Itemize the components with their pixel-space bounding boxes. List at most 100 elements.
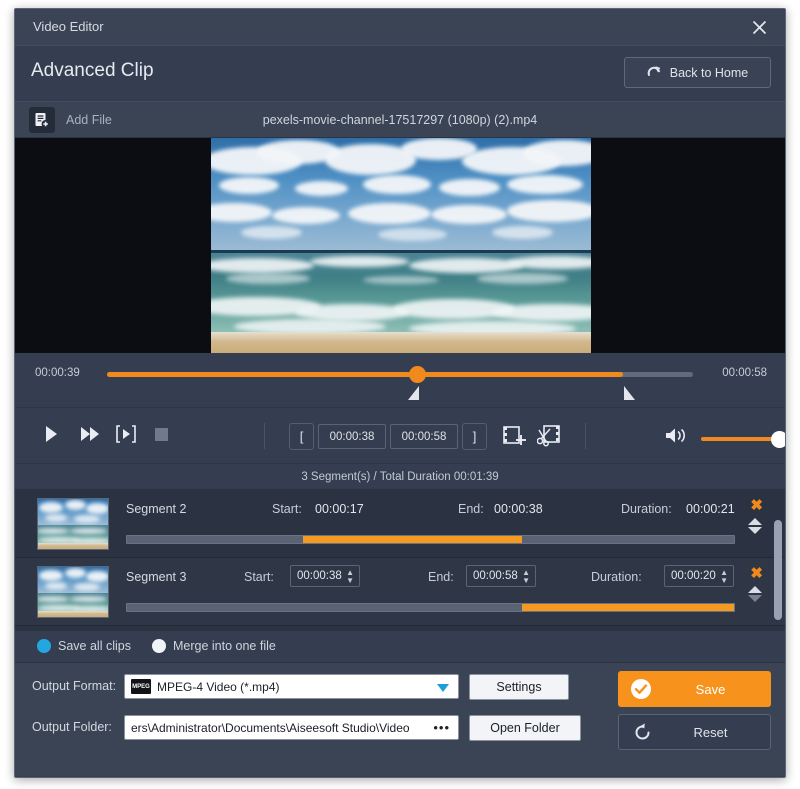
save-button[interactable]: Save	[618, 671, 771, 707]
segment-range-fill	[303, 536, 522, 543]
split-scissors-icon[interactable]	[536, 424, 560, 452]
segment-range-bar[interactable]	[126, 535, 735, 544]
output-format-label: Output Format:	[32, 679, 117, 693]
settings-button[interactable]: Settings	[469, 674, 569, 700]
frame-step-icon[interactable]	[116, 425, 136, 448]
back-to-home-button[interactable]: Back to Home	[624, 57, 771, 88]
cloud	[218, 176, 280, 194]
check-circle-icon	[618, 678, 664, 700]
back-to-home-label: Back to Home	[669, 65, 749, 80]
segment-duration-value[interactable]: 00:00:21	[686, 502, 735, 516]
segment-duration-value: 00:00:20	[671, 570, 716, 582]
clip-end-field[interactable]: 00:00:58	[390, 424, 458, 449]
segment-end-value[interactable]: 00:00:38	[494, 502, 543, 516]
divider	[585, 423, 586, 449]
chevron-down-icon[interactable]	[437, 684, 449, 692]
wave-foam	[309, 256, 409, 267]
volume-knob[interactable]	[771, 431, 785, 448]
page-title: Advanced Clip	[31, 60, 154, 81]
segment-name: Segment 2	[126, 502, 187, 516]
stepper-arrows-icon[interactable]: ▲ ▼	[522, 569, 530, 585]
timeline-bar: 00:00:39 00:00:58	[15, 353, 785, 408]
video-editor-window: Video Editor Advanced Clip Back to Home	[14, 8, 786, 778]
segment-duration-input[interactable]: 00:00:20 ▲ ▼	[664, 565, 734, 587]
table-row[interactable]: Segment 2 Start: 00:00:17 End: 00:00:38 …	[15, 490, 785, 558]
radio-merge-into-one-file[interactable]: Merge into one file	[152, 639, 276, 653]
segment-end-value: 00:00:58	[473, 570, 518, 582]
cloud	[363, 174, 432, 194]
segment-end-label: End:	[458, 502, 484, 516]
segments-scrollbar[interactable]	[774, 520, 782, 620]
sub-header: Advanced Clip Back to Home	[15, 46, 785, 102]
close-icon[interactable]	[745, 14, 773, 40]
segment-end-label: End:	[428, 570, 454, 584]
radio-dot-unselected	[152, 639, 166, 653]
timeline-playhead[interactable]	[409, 366, 427, 383]
segment-start-value[interactable]: 00:00:17	[315, 502, 364, 516]
output-folder-input[interactable]: ers\Administrator\Documents\Aiseesoft St…	[124, 715, 459, 740]
divider	[264, 423, 265, 449]
delete-x-icon[interactable]: ✖	[750, 566, 763, 581]
redo-arrow-icon	[647, 64, 662, 81]
cloud	[241, 226, 303, 240]
segment-duration-label: Duration:	[591, 570, 642, 584]
video-preview[interactable]	[15, 138, 785, 353]
radio-save-all-clips[interactable]: Save all clips	[37, 639, 131, 653]
window-title: Video Editor	[33, 19, 104, 34]
output-panel: Output Format: MPEG MPEG-4 Video (*.mp4)…	[15, 663, 785, 776]
delete-x-icon[interactable]: ✖	[750, 498, 763, 513]
segment-start-label: Start:	[244, 570, 274, 584]
save-mode-options: Save all clips Merge into one file	[15, 631, 785, 663]
add-clip-icon[interactable]	[503, 424, 526, 452]
segments-summary: 3 Segment(s) / Total Duration 00:01:39	[15, 464, 785, 490]
move-up-icon[interactable]	[748, 518, 762, 525]
segment-thumbnail	[37, 566, 109, 618]
segment-end-input[interactable]: 00:00:58 ▲ ▼	[466, 565, 536, 587]
segment-thumbnail	[37, 498, 109, 550]
mpeg-film-icon: MPEG	[131, 679, 151, 694]
mark-out-bracket-icon[interactable]: ]	[462, 423, 487, 450]
table-row[interactable]: Segment 3 Start: 00:00:38 ▲ ▼ End: 00:00:…	[15, 558, 785, 626]
output-format-value: MPEG-4 Video (*.mp4)	[157, 679, 280, 694]
stop-icon[interactable]	[155, 428, 168, 446]
output-folder-value: ers\Administrator\Documents\Aiseesoft St…	[131, 720, 410, 735]
cloud	[294, 181, 348, 197]
segment-start-input[interactable]: 00:00:38 ▲ ▼	[290, 565, 360, 587]
timeline-total-time: 00:00:58	[722, 367, 767, 379]
volume-icon[interactable]	[665, 427, 687, 449]
segment-reorder-controls[interactable]	[747, 516, 763, 536]
cloud	[271, 206, 341, 224]
wave-foam	[492, 303, 591, 321]
segment-range-bar[interactable]	[126, 603, 735, 612]
clip-start-field[interactable]: 00:00:38	[318, 424, 386, 449]
output-folder-label: Output Folder:	[32, 720, 112, 734]
segment-start-value: 00:00:38	[297, 570, 342, 582]
move-up-icon[interactable]	[748, 586, 762, 593]
radio-save-all-clips-label: Save all clips	[58, 639, 131, 653]
stepper-arrows-icon[interactable]: ▲ ▼	[720, 569, 728, 585]
trim-start-marker[interactable]	[407, 386, 419, 400]
fast-forward-icon[interactable]	[80, 425, 100, 448]
move-down-icon[interactable]	[748, 595, 762, 602]
cloud	[431, 204, 508, 224]
reset-button[interactable]: Reset	[618, 714, 771, 750]
timeline-slider[interactable]	[107, 366, 693, 383]
segments-list[interactable]: Segment 2 Start: 00:00:17 End: 00:00:38 …	[15, 490, 785, 631]
segment-reorder-controls[interactable]	[747, 584, 763, 604]
title-bar: Video Editor	[15, 9, 785, 46]
current-filename: pexels-movie-channel-17517297 (1080p) (2…	[262, 113, 538, 127]
reset-circular-arrow-icon	[619, 722, 665, 743]
trim-end-marker[interactable]	[624, 386, 636, 400]
move-down-icon[interactable]	[748, 527, 762, 534]
wave-foam	[363, 275, 439, 285]
save-button-label: Save	[695, 681, 726, 697]
reset-button-label: Reset	[693, 724, 728, 740]
mark-in-bracket-icon[interactable]: [	[289, 423, 314, 450]
cloud	[507, 174, 584, 194]
browse-folder-button[interactable]: •••	[433, 720, 450, 735]
output-format-select[interactable]: MPEG MPEG-4 Video (*.mp4)	[124, 674, 459, 699]
open-folder-button[interactable]: Open Folder	[469, 715, 581, 741]
cloud	[439, 178, 500, 197]
stepper-arrows-icon[interactable]: ▲ ▼	[346, 569, 354, 585]
play-icon[interactable]	[44, 425, 58, 448]
